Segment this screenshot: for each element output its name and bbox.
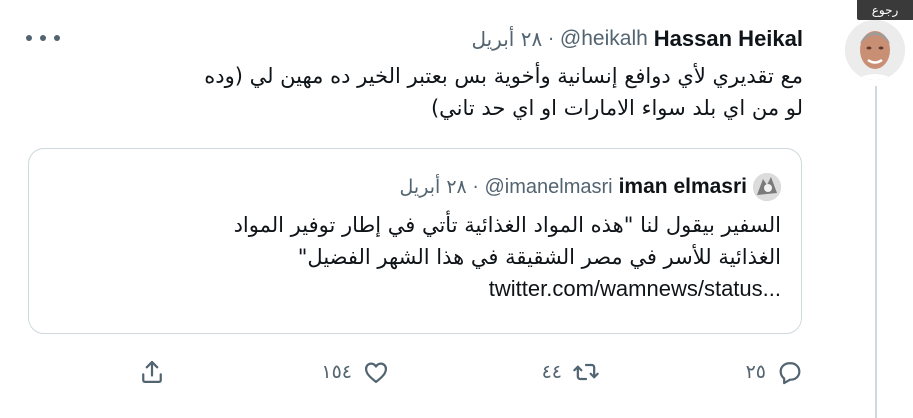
quoted-tweet-header: iman elmasri @imanelmasri · ٢٨ أبريل [400, 173, 781, 201]
thread-line [875, 86, 877, 418]
tweet-actions: ٢٥ ٤٤ ١٥٤ [130, 354, 810, 390]
author-avatar[interactable] [845, 20, 905, 80]
header-separator: · [548, 28, 554, 50]
tweet-header: Hassan Heikal @heikalh · ٢٨ أبريل [471, 24, 803, 54]
quoted-text-line: السفير بيقول لنا "هذه المواد الغذائية تأ… [233, 213, 781, 237]
like-icon [364, 362, 388, 384]
tweet-date[interactable]: ٢٨ أبريل [471, 27, 542, 51]
quoted-author-handle: @imanelmasri [484, 175, 613, 198]
reply-count: ٢٥ [745, 361, 766, 383]
author-name[interactable]: Hassan Heikal [654, 26, 803, 52]
reply-icon [779, 362, 801, 385]
share-button[interactable] [138, 358, 166, 386]
reply-button[interactable]: ٢٥ [746, 358, 804, 386]
tweet-text: مع تقديري لأي دوافع إنسانية وأخوية بس بع… [33, 60, 803, 124]
quoted-tweet-date: ٢٨ أبريل [399, 176, 467, 198]
like-count: ١٥٤ [321, 361, 352, 383]
retweet-count: ٤٤ [541, 361, 562, 383]
quoted-header-separator: · [472, 176, 479, 198]
avatar-photo-icon [845, 20, 905, 80]
tweet-text-line: لو من اي بلد سواء الامارات او اي حد تاني… [430, 96, 803, 120]
quoted-tweet-text: السفير بيقول لنا "هذه المواد الغذائية تأ… [41, 209, 781, 305]
quoted-tweet-link: twitter.com/wamnews/status... [488, 276, 781, 301]
quoted-avatar-photo-icon [753, 173, 781, 201]
quoted-tweet-card[interactable]: iman elmasri @imanelmasri · ٢٨ أبريل الس… [28, 148, 802, 334]
like-button[interactable]: ١٥٤ [321, 358, 390, 386]
share-icon [142, 360, 162, 384]
back-button[interactable]: رجوع [857, 0, 913, 20]
tweet-text-line: مع تقديري لأي دوافع إنسانية وأخوية بس بع… [204, 64, 803, 88]
quoted-author-avatar [753, 173, 781, 201]
retweet-button[interactable]: ٤٤ [542, 358, 600, 386]
quoted-text-line: الغذائية للأسر في مصر الشقيقة في هذا الش… [297, 245, 781, 269]
quoted-author-name: iman elmasri [618, 175, 747, 198]
more-options-icon[interactable] [26, 28, 60, 48]
retweet-icon [573, 363, 599, 381]
author-handle[interactable]: @heikalh [560, 27, 648, 51]
